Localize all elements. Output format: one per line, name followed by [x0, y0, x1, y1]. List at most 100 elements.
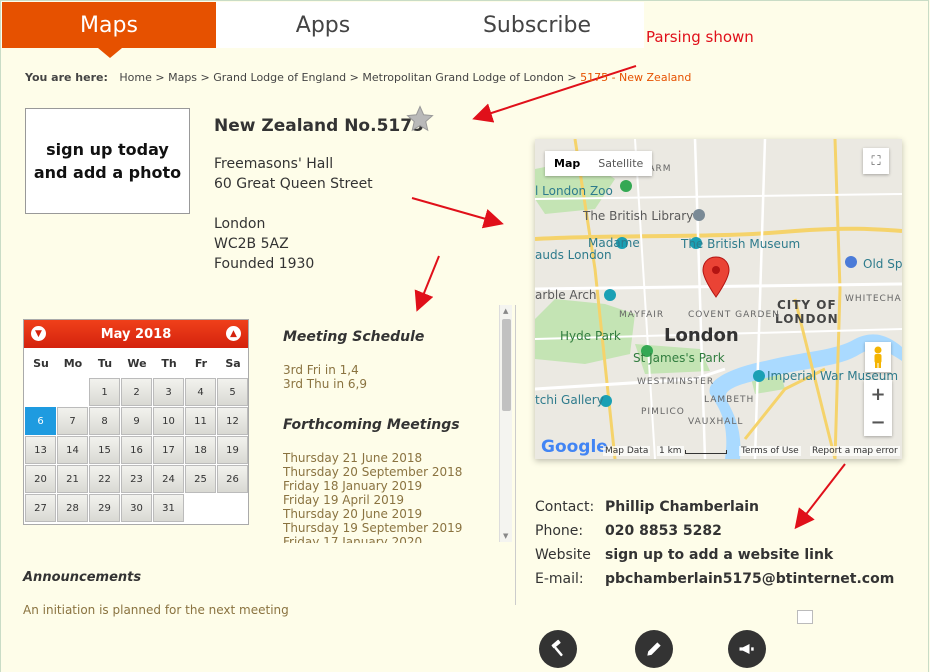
pegman-icon[interactable]: [865, 342, 891, 372]
zoom-out-icon[interactable]: −: [864, 408, 892, 436]
meeting-schedule-list: 3rd Fri in 1,4 3rd Thu in 6,9: [283, 363, 367, 391]
calendar-day[interactable]: 22: [89, 465, 120, 493]
website-signup-link[interactable]: sign up to add a website link: [605, 543, 833, 567]
map-label-mayfair: MAYFAIR: [619, 310, 665, 320]
scroll-up-icon[interactable]: ▲: [503, 307, 508, 315]
calendar-day[interactable]: 4: [185, 378, 216, 406]
calendar-day[interactable]: 31: [153, 494, 184, 522]
calendar-widget: ▼ May 2018 ▲ Su Mo Tu We Th Fr Sa 1 2 3 4 5 6 7 8 9 10 11…: [23, 319, 249, 525]
meeting-item: Friday 18 January 2019: [283, 479, 423, 493]
map-label-hyde-park: Hyde Park: [560, 329, 621, 343]
calendar-day[interactable]: 28: [57, 494, 88, 522]
calendar-empty-cell: [25, 378, 56, 406]
breadcrumb-maps[interactable]: Maps: [168, 71, 197, 84]
photo-signup-box[interactable]: sign up today and add a photo: [25, 108, 190, 214]
map-terms-link[interactable]: Terms of Use: [739, 446, 801, 456]
calendar-day[interactable]: 18: [185, 436, 216, 464]
calendar-day[interactable]: 23: [121, 465, 152, 493]
photo-signup-line2: and add a photo: [33, 163, 182, 182]
breadcrumb-sep: >: [200, 71, 210, 84]
calendar-day[interactable]: 12: [217, 407, 248, 435]
calendar-empty-cell: [185, 494, 216, 522]
breadcrumb-metropolitan[interactable]: Metropolitan Grand Lodge of London: [362, 71, 563, 84]
lodge-address: Freemasons' Hall 60 Great Queen Street L…: [214, 154, 373, 274]
map-data-text[interactable]: Map Data: [603, 446, 651, 456]
address-line: WC2B 5AZ: [214, 236, 289, 252]
calendar-day[interactable]: 26: [217, 465, 248, 493]
calendar-day[interactable]: 30: [121, 494, 152, 522]
calendar-empty-cell: [57, 378, 88, 406]
email-link[interactable]: pbchamberlain5175@btinternet.com: [605, 567, 894, 591]
broken-image-icon: [797, 610, 813, 624]
google-map[interactable]: FARM l London Zoo The British Library Ma…: [535, 139, 902, 459]
arrow-to-map: [411, 197, 504, 229]
pencil-icon: [647, 642, 661, 656]
calendar-day[interactable]: 27: [25, 494, 56, 522]
breadcrumb-home[interactable]: Home: [119, 71, 151, 84]
address-line: London: [214, 216, 266, 232]
email-row: E-mail: pbchamberlain5175@btinternet.com: [535, 567, 894, 591]
calendar-dow: Sa: [225, 356, 241, 370]
edit-button[interactable]: [635, 630, 673, 668]
map-type-satellite-button[interactable]: Satellite: [589, 151, 652, 176]
map-scale-bar: [685, 450, 727, 454]
calendar-day[interactable]: 7: [57, 407, 88, 435]
calendar-dow: Th: [161, 356, 177, 370]
breadcrumb-grand-lodge[interactable]: Grand Lodge of England: [213, 71, 346, 84]
breadcrumb: You are here: Home > Maps > Grand Lodge …: [25, 71, 691, 84]
scroll-down-icon[interactable]: ▼: [503, 532, 508, 540]
calendar-day[interactable]: 9: [121, 407, 152, 435]
fullscreen-icon[interactable]: ⛶: [863, 148, 889, 174]
map-label-city-line2: LONDON: [775, 312, 839, 326]
scrollbar-thumb[interactable]: [502, 319, 511, 411]
map-label-whitechapel: WHITECHA: [845, 294, 902, 304]
phone-value[interactable]: 020 8853 5282: [605, 519, 722, 543]
schedule-item: 3rd Thu in 6,9: [283, 377, 367, 391]
calendar-day[interactable]: 13: [25, 436, 56, 464]
calendar-day[interactable]: 8: [89, 407, 120, 435]
hammer-button[interactable]: [539, 630, 577, 668]
meetings-scrollbar[interactable]: ▲ ▼: [499, 305, 512, 542]
calendar-day[interactable]: 20: [25, 465, 56, 493]
calendar-day[interactable]: 17: [153, 436, 184, 464]
map-scale-text[interactable]: 1 km: [657, 446, 684, 456]
calendar-day[interactable]: 15: [89, 436, 120, 464]
calendar-day[interactable]: 3: [153, 378, 184, 406]
map-report-link[interactable]: Report a map error: [810, 446, 900, 456]
map-label-westminster: WESTMINSTER: [637, 377, 715, 387]
announcements-text: An initiation is planned for the next me…: [23, 603, 289, 617]
address-line: [214, 194, 373, 214]
map-type-map-button[interactable]: Map: [545, 151, 589, 176]
calendar-day[interactable]: 2: [121, 378, 152, 406]
calendar-day[interactable]: 25: [185, 465, 216, 493]
calendar-day[interactable]: 11: [185, 407, 216, 435]
map-footer: Google Map Data 1 km Terms of Use Report…: [535, 437, 902, 459]
map-label-marble-arch: arble Arch: [535, 288, 597, 302]
calendar-day[interactable]: 19: [217, 436, 248, 464]
zoom-in-icon[interactable]: +: [864, 380, 892, 408]
map-label-london-zoo: l London Zoo: [535, 184, 613, 198]
calendar-next-icon[interactable]: ▲: [226, 326, 241, 341]
contact-row: Contact: Phillip Chamberlain: [535, 495, 894, 519]
calendar-day[interactable]: 5: [217, 378, 248, 406]
website-label: Website: [535, 547, 591, 563]
contact-details: Contact: Phillip Chamberlain Phone: 020 …: [535, 495, 894, 591]
calendar-day[interactable]: 16: [121, 436, 152, 464]
calendar-prev-icon[interactable]: ▼: [31, 326, 46, 341]
column-divider: [515, 305, 516, 605]
calendar-day-today[interactable]: 6: [25, 407, 56, 435]
calendar-day[interactable]: 1: [89, 378, 120, 406]
breadcrumb-prefix: You are here:: [25, 71, 108, 84]
calendar-day[interactable]: 10: [153, 407, 184, 435]
favorite-star-icon[interactable]: [405, 104, 435, 134]
calendar-day[interactable]: 21: [57, 465, 88, 493]
map-label-british-library: The British Library: [583, 209, 694, 223]
calendar-day[interactable]: 24: [153, 465, 184, 493]
calendar-month: May 2018: [100, 326, 172, 342]
meeting-item: Thursday 20 June 2019: [283, 507, 423, 521]
meeting-item: Thursday 21 June 2018: [283, 451, 423, 465]
announce-button[interactable]: [728, 630, 766, 668]
calendar-day[interactable]: 29: [89, 494, 120, 522]
meeting-item: Friday 19 April 2019: [283, 493, 405, 507]
calendar-day[interactable]: 14: [57, 436, 88, 464]
